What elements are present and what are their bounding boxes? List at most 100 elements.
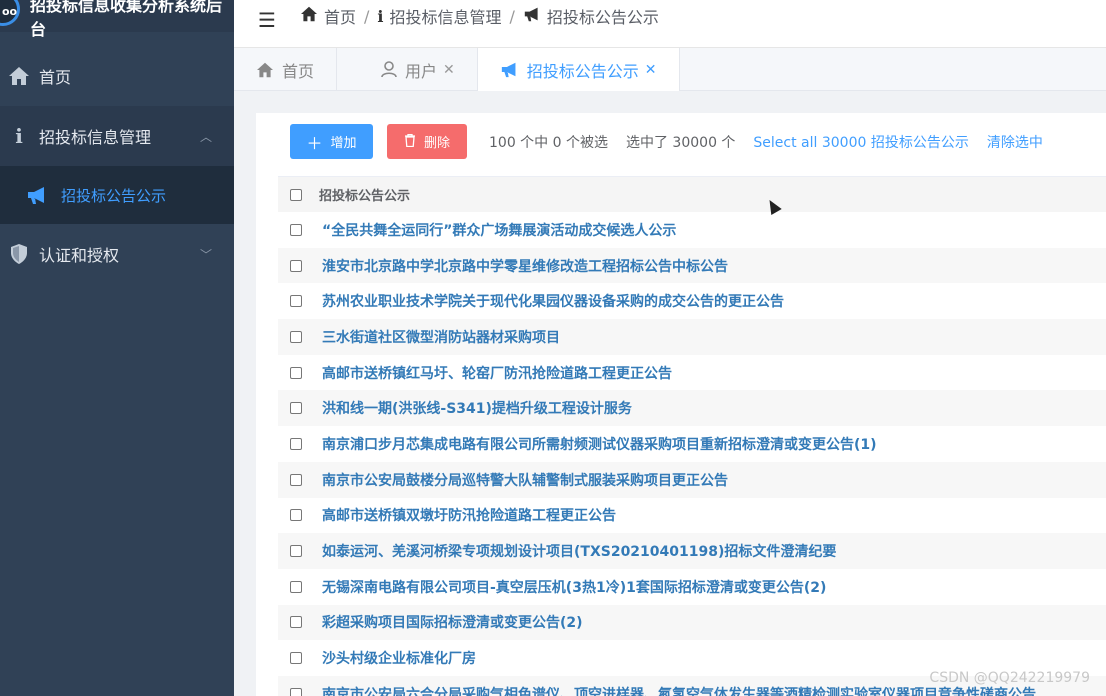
sidebar-item-label: 招投标公告公示 bbox=[61, 186, 167, 205]
row-link[interactable]: 高邮市送桥镇红马圩、轮窑厂防汛抢险道路工程更正公告 bbox=[322, 363, 672, 383]
sidebar-item-label: 首页 bbox=[39, 68, 72, 87]
megaphone-icon bbox=[500, 61, 519, 78]
trash-icon bbox=[404, 132, 416, 151]
info-icon: i bbox=[377, 6, 384, 26]
table-body: “全民共舞全运同行”群众广场舞展演活动成交候选人公示 淮安市北京路中学北京路中学… bbox=[278, 212, 1106, 696]
table-row[interactable]: 如泰运河、羌溪河桥梁专项规划设计项目(TXS20210401198)招标文件澄清… bbox=[278, 533, 1106, 569]
row-checkbox[interactable] bbox=[290, 652, 302, 665]
home-icon bbox=[256, 62, 274, 78]
table-row[interactable]: 洪和线一期(洪张线-S341)提档升级工程设计服务 bbox=[278, 390, 1106, 427]
sidebar-item-label: 认证和授权 bbox=[39, 246, 120, 265]
home-icon bbox=[6, 66, 32, 86]
sidebar: oo 招投标信息收集分析系统后台 首页 i 招投标信息管理 ︿ 招投标公告公示 … bbox=[0, 0, 234, 696]
row-link[interactable]: 淮安市北京路中学北京路中学零星维修改造工程招标公告中标公告 bbox=[322, 256, 728, 276]
tab-announcements[interactable]: 招投标公告公示 ✕ bbox=[477, 48, 680, 91]
breadcrumb-item-bidding-info[interactable]: 招投标信息管理 bbox=[389, 4, 501, 28]
sidebar-item-announcements[interactable]: 招投标公告公示 bbox=[0, 166, 234, 224]
breadcrumb: 首页 / i 招投标信息管理 / 招投标公告公示 bbox=[300, 4, 659, 28]
row-checkbox[interactable] bbox=[290, 437, 302, 450]
table-row[interactable]: 彩超采购项目国际招标澄清或变更公告(2) bbox=[278, 604, 1106, 641]
table-row[interactable]: 苏州农业职业技术学院关于现代化果园仪器设备采购的成交公告的更正公告 bbox=[278, 283, 1106, 319]
table-row[interactable]: 南京浦口步月芯集成电路有限公司所需射频测试仪器采购项目重新招标澄清或变更公告(1… bbox=[278, 426, 1106, 462]
tab-home[interactable]: 首页 bbox=[234, 48, 338, 91]
chevron-down-icon: ﹀ bbox=[199, 248, 212, 262]
row-checkbox[interactable] bbox=[290, 580, 302, 593]
row-link[interactable]: 彩超采购项目国际招标澄清或变更公告(2) bbox=[322, 612, 583, 632]
row-checkbox[interactable] bbox=[290, 295, 302, 308]
delete-button[interactable]: 删除 bbox=[387, 124, 467, 159]
add-button-label: 增加 bbox=[330, 136, 357, 151]
row-checkbox[interactable] bbox=[290, 687, 302, 696]
column-header-title[interactable]: 招投标公告公示 bbox=[319, 185, 410, 204]
table-header: 招投标公告公示 bbox=[278, 176, 1106, 212]
row-checkbox[interactable] bbox=[290, 473, 302, 486]
row-link[interactable]: 三水街道社区微型消防站器材采购项目 bbox=[322, 327, 560, 347]
row-checkbox[interactable] bbox=[290, 616, 302, 629]
clear-selection-link[interactable]: 清除选中 bbox=[987, 132, 1043, 152]
row-link[interactable]: “全民共舞全运同行”群众广场舞展演活动成交候选人公示 bbox=[322, 220, 676, 240]
home-icon bbox=[300, 6, 318, 26]
row-link[interactable]: 南京浦口步月芯集成电路有限公司所需射频测试仪器采购项目重新招标澄清或变更公告(1… bbox=[322, 434, 877, 454]
table-row[interactable]: 无锡深南电路有限公司项目-真空层压机(3热1冷)1套国际招标澄清或变更公告(2) bbox=[278, 569, 1106, 605]
table-row[interactable]: 三水街道社区微型消防站器材采购项目 bbox=[278, 319, 1106, 355]
row-checkbox[interactable] bbox=[290, 223, 302, 236]
user-icon bbox=[381, 61, 397, 78]
breadcrumb-item-announcements: 招投标公告公示 bbox=[546, 8, 659, 27]
breadcrumb-item-home[interactable]: 首页 bbox=[324, 4, 356, 28]
breadcrumb-separator: / bbox=[364, 6, 370, 26]
row-link[interactable]: 高邮市送桥镇双墩圩防汛抢险道路工程更正公告 bbox=[322, 505, 616, 525]
row-link[interactable]: 南京市公安局鼓楼分局巡特警大队辅警制式服装采购项目更正公告 bbox=[322, 470, 728, 490]
selected-total: 选中了 30000 个 bbox=[625, 134, 736, 151]
sidebar-item-bidding-info[interactable]: i 招投标信息管理 ︿ bbox=[0, 106, 234, 166]
info-icon: i bbox=[15, 124, 23, 148]
table-row[interactable]: 南京市公安局鼓楼分局巡特警大队辅警制式服装采购项目更正公告 bbox=[278, 461, 1106, 498]
add-button[interactable]: ＋ 增加 bbox=[290, 124, 373, 159]
row-link[interactable]: 无锡深南电路有限公司项目-真空层压机(3热1冷)1套国际招标澄清或变更公告(2) bbox=[322, 577, 826, 597]
tab-label: 首页 bbox=[282, 61, 315, 81]
content-card: ＋ 增加 删除 100 个中 0 个被选 选中了 30000 个 Select … bbox=[256, 113, 1106, 696]
sidebar-item-auth[interactable]: 认证和授权 ﹀ bbox=[0, 224, 234, 284]
breadcrumb-separator: / bbox=[509, 6, 515, 26]
tab-bar: 首页 用户 ✕ 招投标公告公示 ✕ bbox=[234, 48, 1106, 91]
delete-button-label: 删除 bbox=[423, 136, 450, 151]
tab-label: 招投标公告公示 bbox=[526, 61, 639, 81]
announcements-table: 招投标公告公示 “全民共舞全运同行”群众广场舞展演活动成交候选人公示 淮安市北京… bbox=[278, 176, 1106, 696]
selection-count: 100 个中 0 个被选 bbox=[489, 134, 608, 151]
watermark: CSDN @QQ242219979 bbox=[929, 670, 1090, 686]
table-row[interactable]: 淮安市北京路中学北京路中学零星维修改造工程招标公告中标公告 bbox=[278, 247, 1106, 284]
brand-header[interactable]: oo 招投标信息收集分析系统后台 bbox=[0, 0, 234, 39]
shield-icon bbox=[6, 243, 32, 265]
megaphone-icon bbox=[26, 185, 52, 205]
select-all-link[interactable]: Select all 30000 招投标公告公示 bbox=[753, 132, 968, 152]
close-icon[interactable]: ✕ bbox=[443, 62, 455, 78]
menu-toggle-icon[interactable]: ☰ bbox=[258, 8, 276, 32]
row-link[interactable]: 苏州农业职业技术学院关于现代化果园仪器设备采购的成交公告的更正公告 bbox=[322, 291, 784, 311]
tab-user[interactable]: 用户 ✕ bbox=[337, 48, 478, 91]
row-checkbox[interactable] bbox=[290, 545, 302, 558]
sidebar-item-home[interactable]: 首页 bbox=[0, 46, 234, 106]
plus-icon: ＋ bbox=[306, 133, 323, 153]
row-checkbox[interactable] bbox=[290, 509, 302, 522]
row-checkbox[interactable] bbox=[290, 402, 302, 415]
sidebar-menu: 首页 i 招投标信息管理 ︿ 招投标公告公示 认证和授权 ﹀ bbox=[0, 46, 234, 284]
top-header: ☰ 首页 / i 招投标信息管理 / 招投标公告公示 bbox=[234, 0, 1106, 48]
row-checkbox[interactable] bbox=[290, 366, 302, 379]
row-link[interactable]: 洪和线一期(洪张线-S341)提档升级工程设计服务 bbox=[322, 398, 632, 418]
table-row[interactable]: “全民共舞全运同行”群众广场舞展演活动成交候选人公示 bbox=[278, 212, 1106, 248]
row-link[interactable]: 如泰运河、羌溪河桥梁专项规划设计项目(TXS20210401198)招标文件澄清… bbox=[322, 541, 836, 561]
megaphone-icon bbox=[523, 6, 541, 26]
toolbar: ＋ 增加 删除 100 个中 0 个被选 选中了 30000 个 Select … bbox=[290, 124, 1043, 159]
app-logo: oo bbox=[0, 0, 20, 26]
table-row[interactable]: 高邮市送桥镇双墩圩防汛抢险道路工程更正公告 bbox=[278, 498, 1106, 534]
table-row[interactable]: 高邮市送桥镇红马圩、轮窑厂防汛抢险道路工程更正公告 bbox=[278, 355, 1106, 391]
select-all-checkbox[interactable] bbox=[290, 188, 302, 201]
sidebar-item-label: 招投标信息管理 bbox=[39, 128, 152, 147]
row-checkbox[interactable] bbox=[290, 330, 302, 343]
chevron-up-icon: ︿ bbox=[199, 130, 212, 144]
row-checkbox[interactable] bbox=[290, 259, 302, 272]
tab-label: 用户 bbox=[405, 61, 438, 81]
row-link[interactable]: 沙头村级企业标准化厂房 bbox=[322, 648, 476, 668]
app-title: 招投标信息收集分析系统后台 bbox=[30, 0, 223, 39]
close-icon[interactable]: ✕ bbox=[645, 62, 657, 78]
logo-text: oo bbox=[2, 5, 18, 18]
